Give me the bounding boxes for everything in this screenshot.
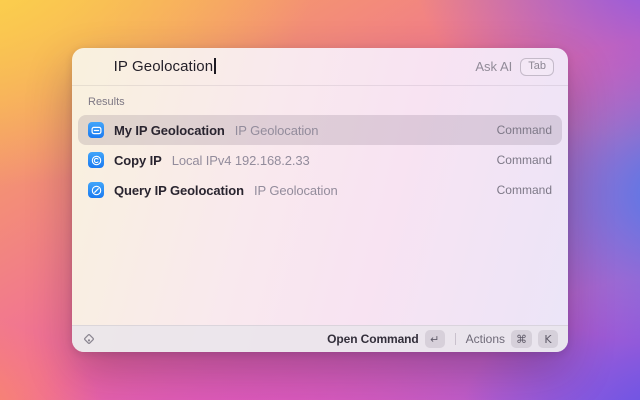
text-caret [214,58,216,74]
result-row-my-ip-geolocation[interactable]: My IP Geolocation IP Geolocation Command [78,115,562,145]
search-value: IP Geolocation [114,58,214,75]
compass-icon [88,182,104,198]
result-row-copy-ip[interactable]: Copy IP Local IPv4 192.168.2.33 Command [78,145,562,175]
empty-area [72,205,568,325]
launcher-window: IP Geolocation Ask AI Tab Results My IP … [72,48,568,352]
result-title: Copy IP [114,153,162,168]
copy-circle-icon [88,152,104,168]
result-subtitle: IP Geolocation [254,183,338,198]
tab-keycap: Tab [520,58,554,76]
result-title: Query IP Geolocation [114,183,244,198]
footer-divider [455,333,456,345]
result-subtitle: IP Geolocation [235,123,319,138]
result-type-label: Command [497,153,552,167]
ask-ai-button[interactable]: Ask AI [475,59,512,74]
footer-bar: Open Command ↵ Actions ⌘ K [72,325,568,352]
open-command-button[interactable]: Open Command [327,332,418,346]
result-subtitle: Local IPv4 192.168.2.33 [172,153,310,168]
actions-button[interactable]: Actions [466,332,505,346]
cmd-keycap: ⌘ [511,330,532,348]
map-card-icon [88,122,104,138]
result-type-label: Command [497,183,552,197]
k-keycap: K [538,330,558,348]
result-row-query-ip-geolocation[interactable]: Query IP Geolocation IP Geolocation Comm… [78,175,562,205]
return-keycap: ↵ [425,330,445,348]
raycast-logo-icon [82,332,96,346]
result-title: My IP Geolocation [114,123,225,138]
search-bar: IP Geolocation Ask AI Tab [72,48,568,86]
results-list: My IP Geolocation IP Geolocation Command… [72,115,568,205]
result-type-label: Command [497,123,552,137]
results-section-label: Results [72,86,568,115]
